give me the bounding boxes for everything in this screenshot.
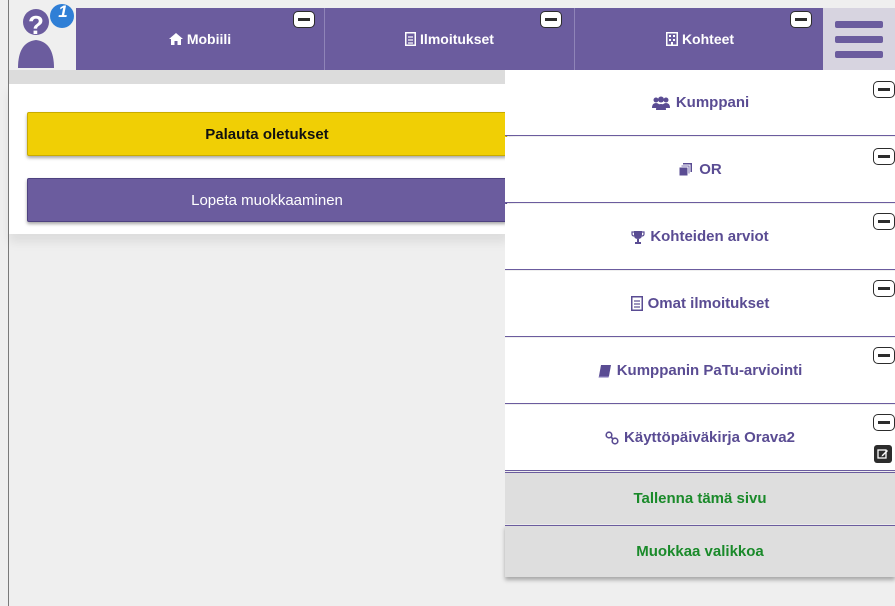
tab-label: Ilmoitukset <box>420 31 494 47</box>
menu-item-kumppanin-patu-arviointi[interactable]: Kumppanin PaTu-arviointi <box>505 338 895 404</box>
minus-icon <box>298 18 310 21</box>
menu-item-kayttopaivakirja-orava2[interactable]: Käyttöpäiväkirja Orava2 <box>505 405 895 471</box>
minimize-button[interactable] <box>874 214 894 229</box>
minimize-button[interactable] <box>294 12 314 27</box>
minus-icon <box>545 18 557 21</box>
minus-icon <box>878 88 890 91</box>
menu-item-label: Kumppani <box>675 94 750 111</box>
tab-label: Mobiili <box>186 31 232 47</box>
minus-icon <box>795 18 807 21</box>
edit-icon[interactable] <box>874 445 892 463</box>
minus-icon <box>878 421 890 424</box>
hamburger-line <box>835 35 883 43</box>
tab-ilmoitukset[interactable]: Ilmoitukset <box>324 8 574 70</box>
notification-count: 1 <box>58 2 68 21</box>
minimize-button[interactable] <box>874 281 894 296</box>
minimize-button[interactable] <box>541 12 561 27</box>
menu-item-label: Omat ilmoitukset <box>647 295 770 312</box>
minimize-button[interactable] <box>791 12 811 27</box>
menu-item-label: OR <box>699 161 722 178</box>
menu-item-label: Kohteiden arviot <box>650 228 769 245</box>
dropdown-menu: Kumppani OR Kohteiden arviot Omat ilmoit… <box>505 70 895 606</box>
top-navigation: Mobiili Ilmoitukset Kohteet <box>76 8 825 70</box>
document-icon <box>405 32 417 46</box>
stack-icon <box>678 162 694 178</box>
save-page-button[interactable]: Tallenna tämä sivu <box>505 472 895 524</box>
minus-icon <box>878 354 890 357</box>
tab-mobiili[interactable]: Mobiili <box>76 8 324 70</box>
minimize-button[interactable] <box>874 415 894 430</box>
menu-item-or[interactable]: OR <box>505 137 895 203</box>
stop-editing-button[interactable]: Lopeta muokkaaminen <box>27 178 507 222</box>
document-icon <box>630 296 643 311</box>
home-icon <box>168 33 183 45</box>
hamburger-line <box>835 50 883 58</box>
link-icon <box>605 430 619 445</box>
minimize-button[interactable] <box>874 149 894 164</box>
tab-label: Kohteet <box>681 31 735 47</box>
trophy-icon <box>631 230 645 244</box>
svg-text:?: ? <box>28 10 44 40</box>
menu-item-label: Kumppanin PaTu-arviointi <box>616 362 803 379</box>
edit-menu-button[interactable]: Muokkaa valikkoa <box>505 525 895 577</box>
menu-item-kumppani[interactable]: Kumppani <box>505 70 895 136</box>
minus-icon <box>878 155 890 158</box>
content-top-strip <box>9 70 509 84</box>
reset-defaults-button[interactable]: Palauta oletukset <box>27 112 507 156</box>
hamburger-menu-icon <box>835 20 883 28</box>
building-icon <box>665 32 678 46</box>
book-icon <box>598 364 612 378</box>
minimize-button[interactable] <box>874 82 894 97</box>
hamburger-menu-button[interactable] <box>823 8 895 70</box>
minus-icon <box>878 220 890 223</box>
users-icon <box>651 96 671 110</box>
help-badge[interactable]: ? 1 <box>14 2 76 72</box>
menu-item-kohteiden-arviot[interactable]: Kohteiden arviot <box>505 204 895 270</box>
menu-item-label: Käyttöpäiväkirja Orava2 <box>624 429 795 446</box>
minimize-button[interactable] <box>874 348 894 363</box>
menu-item-omat-ilmoitukset[interactable]: Omat ilmoitukset <box>505 271 895 337</box>
minus-icon <box>878 287 890 290</box>
tab-kohteet[interactable]: Kohteet <box>574 8 825 70</box>
